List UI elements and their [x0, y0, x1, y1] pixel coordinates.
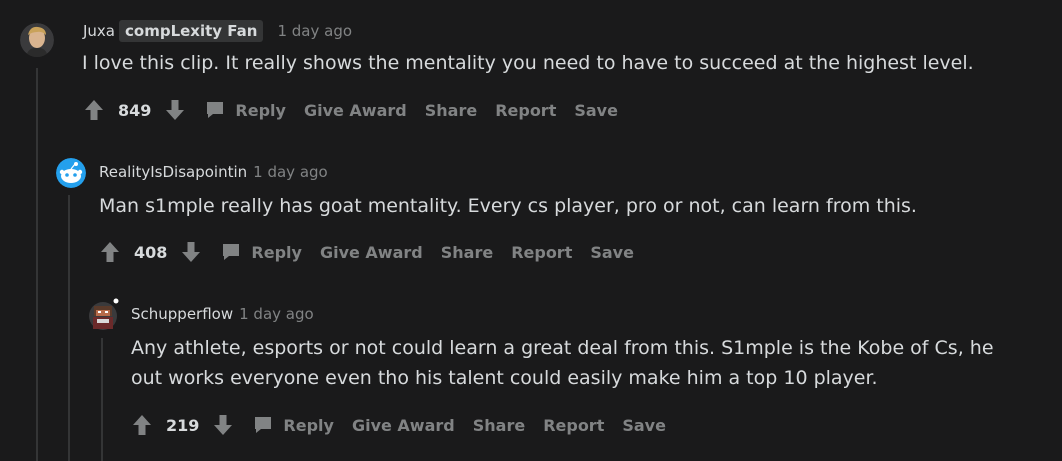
timestamp[interactable]: 1 day ago — [253, 163, 328, 181]
timestamp[interactable]: 1 day ago — [277, 22, 352, 40]
reply-button[interactable]: Reply — [221, 242, 302, 262]
reply-label: Reply — [235, 100, 286, 120]
share-button[interactable]: Share — [473, 416, 525, 435]
report-button[interactable]: Report — [511, 243, 572, 262]
report-button[interactable]: Report — [495, 101, 556, 120]
thread-line-level-2[interactable] — [68, 195, 70, 461]
reply-button[interactable]: Reply — [253, 415, 334, 435]
user-avatar-icon — [20, 23, 54, 57]
downvote-button[interactable] — [165, 99, 185, 121]
comment-actions: 219 Reply Give Award Share Report Save — [132, 414, 666, 436]
user-flair: compLexity Fan — [119, 20, 264, 42]
upvote-button[interactable] — [100, 241, 120, 263]
vote-count: 408 — [134, 242, 168, 262]
user-avatar-icon — [89, 298, 119, 330]
save-button[interactable]: Save — [622, 416, 666, 435]
downvote-button[interactable] — [181, 241, 201, 263]
comment-text-line: I love this clip. It really shows the me… — [82, 52, 974, 74]
vote-count: 849 — [118, 100, 152, 120]
comment-meta: Schupperflow 1 day ago — [131, 305, 314, 323]
comment-bubble-icon — [207, 102, 224, 118]
comment-bubble-icon — [223, 244, 240, 260]
timestamp[interactable]: 1 day ago — [239, 305, 314, 323]
upvote-button[interactable] — [84, 99, 104, 121]
author-name[interactable]: RealityIsDisapointin — [99, 163, 247, 181]
comment-actions: 849 Reply Give Award Share Report Save — [84, 99, 618, 121]
comment-text-line: out works everyone even tho his talent c… — [131, 367, 878, 389]
upvote-arrow-icon — [133, 415, 151, 435]
save-button[interactable]: Save — [590, 243, 634, 262]
downvote-arrow-icon — [166, 100, 185, 120]
share-button[interactable]: Share — [441, 243, 493, 262]
author-name[interactable]: Juxa — [83, 22, 115, 40]
upvote-button[interactable] — [132, 414, 152, 436]
snoo-avatar-icon — [56, 158, 86, 188]
downvote-button[interactable] — [213, 414, 233, 436]
give-award-button[interactable]: Give Award — [352, 416, 455, 435]
downvote-arrow-icon — [214, 415, 233, 435]
comment-text-line: Man s1mple really has goat mentality. Ev… — [99, 195, 917, 217]
save-button[interactable]: Save — [574, 101, 618, 120]
author-name[interactable]: Schupperflow — [131, 305, 233, 323]
thread-line-level-1[interactable] — [36, 68, 38, 461]
comment-body: Any athlete, esports or not could learn … — [131, 333, 994, 393]
avatar[interactable] — [20, 23, 54, 57]
comment-meta: RealityIsDisapointin 1 day ago — [99, 163, 328, 181]
reply-label: Reply — [251, 242, 302, 262]
share-button[interactable]: Share — [425, 101, 477, 120]
comment-text-line: Any athlete, esports or not could learn … — [131, 337, 994, 359]
comment-bubble-icon — [255, 417, 272, 433]
reply-button[interactable]: Reply — [205, 100, 286, 120]
report-button[interactable]: Report — [543, 416, 604, 435]
comment-meta: Juxa compLexity Fan 1 day ago — [83, 20, 352, 42]
avatar[interactable] — [88, 298, 122, 332]
give-award-button[interactable]: Give Award — [320, 243, 423, 262]
reply-label: Reply — [283, 415, 334, 435]
comment-body: Man s1mple really has goat mentality. Ev… — [99, 191, 917, 221]
thread-line-level-3[interactable] — [101, 338, 103, 461]
upvote-arrow-icon — [101, 242, 119, 262]
avatar[interactable] — [56, 158, 86, 188]
comment-actions: 408 Reply Give Award Share Report Save — [100, 241, 634, 263]
vote-count: 219 — [166, 415, 200, 435]
comment-body: I love this clip. It really shows the me… — [82, 48, 974, 78]
upvote-arrow-icon — [85, 100, 103, 120]
give-award-button[interactable]: Give Award — [304, 101, 407, 120]
downvote-arrow-icon — [182, 242, 201, 262]
